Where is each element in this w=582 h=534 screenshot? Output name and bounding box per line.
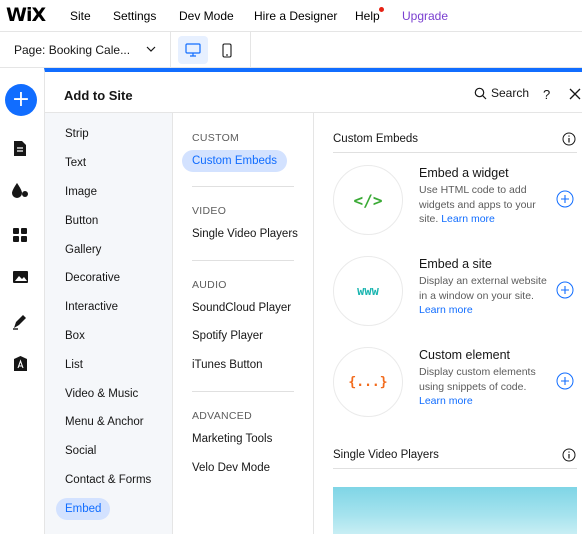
section-heading-audio: AUDIO — [192, 279, 227, 291]
apps-icon[interactable] — [10, 225, 30, 245]
category-list: Strip Text Image Button Gallery Decorati… — [45, 113, 173, 534]
section-heading-custom: CUSTOM — [192, 132, 240, 144]
info-icon[interactable] — [562, 132, 576, 146]
wix-logo[interactable]: WiX — [6, 4, 46, 26]
help-icon[interactable]: ? — [543, 87, 550, 102]
category-embed[interactable]: Embed — [56, 498, 111, 520]
divider — [333, 468, 577, 469]
section-single-video-players[interactable]: Single Video Players — [182, 223, 308, 245]
divider — [250, 32, 251, 68]
nav-settings[interactable]: Settings — [113, 9, 156, 23]
left-rail: + — [0, 68, 44, 534]
code-icon: </> — [333, 165, 403, 235]
page-selector[interactable]: Page: Booking Cale... — [14, 43, 130, 57]
page-icon[interactable] — [10, 138, 30, 158]
embed-widget-title: Embed a widget — [419, 166, 509, 180]
search-icon — [474, 87, 487, 99]
category-image[interactable]: Image — [56, 181, 106, 203]
add-icon[interactable] — [556, 372, 574, 390]
section-list: CUSTOM Custom Embeds VIDEO Single Video … — [173, 113, 314, 534]
mobile-mode-button[interactable] — [214, 36, 240, 64]
panel-search-button[interactable]: Search — [474, 86, 529, 100]
nav-upgrade[interactable]: Upgrade — [402, 9, 448, 23]
learn-more-link[interactable]: Learn more — [419, 304, 473, 316]
nav-hire-designer[interactable]: Hire a Designer — [254, 9, 337, 23]
desktop-icon — [185, 43, 201, 57]
embed-site-description: Display an external website in a window … — [419, 275, 547, 316]
custom-element-card[interactable]: {...} Custom element Display custom elem… — [333, 341, 582, 421]
embed-widget-card[interactable]: </> Embed a widget Use HTML code to add … — [333, 159, 582, 239]
nav-dev-mode[interactable]: Dev Mode — [179, 9, 234, 23]
pen-icon[interactable] — [10, 311, 30, 331]
add-icon[interactable] — [556, 190, 574, 208]
category-menu-anchor[interactable]: Menu & Anchor — [56, 411, 153, 433]
embed-widget-description: Use HTML code to add widgets and apps to… — [419, 184, 536, 225]
section-itunes-button[interactable]: iTunes Button — [182, 354, 273, 376]
section-marketing-tools[interactable]: Marketing Tools — [182, 428, 282, 450]
mobile-icon — [222, 42, 232, 58]
section-soundcloud-player[interactable]: SoundCloud Player — [182, 297, 301, 319]
chevron-down-icon[interactable] — [145, 43, 157, 55]
search-label: Search — [491, 86, 530, 100]
section-heading-video: VIDEO — [192, 205, 227, 217]
add-to-site-panel: Add to Site Search ? Strip Text Image Bu… — [44, 68, 582, 534]
category-contact-forms[interactable]: Contact & Forms — [56, 469, 160, 491]
embed-site-card[interactable]: www Embed a site Display an external web… — [333, 250, 582, 330]
media-icon[interactable] — [10, 267, 30, 287]
video-player-thumbnail[interactable] — [333, 487, 577, 534]
page-bar: Page: Booking Cale... — [0, 32, 582, 68]
category-list-item[interactable]: List — [56, 354, 92, 376]
custom-element-title: Custom element — [419, 348, 511, 362]
custom-embeds-title: Custom Embeds — [333, 133, 419, 145]
category-strip[interactable]: Strip — [56, 123, 98, 145]
business-icon[interactable] — [10, 353, 30, 373]
category-button[interactable]: Button — [56, 210, 107, 232]
divider — [333, 152, 577, 153]
add-icon[interactable] — [556, 281, 574, 299]
section-custom-embeds[interactable]: Custom Embeds — [182, 150, 288, 172]
category-interactive[interactable]: Interactive — [56, 296, 127, 318]
section-spotify-player[interactable]: Spotify Player — [182, 325, 273, 347]
section-velo-dev-mode[interactable]: Velo Dev Mode — [182, 457, 280, 479]
close-icon[interactable] — [569, 88, 581, 100]
category-video-music[interactable]: Video & Music — [56, 383, 147, 405]
nav-site[interactable]: Site — [70, 9, 91, 23]
top-bar: WiX Site Settings Dev Mode Hire a Design… — [0, 0, 582, 32]
info-icon[interactable] — [562, 448, 576, 462]
braces-icon: {...} — [333, 347, 403, 417]
custom-element-description: Display custom elements using snippets o… — [419, 366, 536, 407]
single-video-players-title: Single Video Players — [333, 449, 439, 461]
notification-dot — [379, 7, 384, 12]
section-heading-advanced: ADVANCED — [192, 410, 252, 422]
learn-more-link[interactable]: Learn more — [441, 213, 495, 225]
panel-title: Add to Site — [64, 88, 133, 103]
category-social[interactable]: Social — [56, 440, 105, 462]
category-box[interactable]: Box — [56, 325, 94, 347]
nav-help[interactable]: Help — [355, 9, 380, 23]
embed-site-title: Embed a site — [419, 257, 492, 271]
learn-more-link[interactable]: Learn more — [419, 395, 473, 407]
divider — [170, 32, 171, 68]
divider — [192, 186, 294, 187]
divider — [192, 391, 294, 392]
category-gallery[interactable]: Gallery — [56, 239, 110, 261]
content-area: Custom Embeds </> Embed a widget Use HTM… — [314, 113, 582, 534]
design-icon[interactable] — [10, 180, 30, 200]
category-decorative[interactable]: Decorative — [56, 267, 129, 289]
category-text[interactable]: Text — [56, 152, 95, 174]
plus-icon[interactable]: + — [5, 84, 37, 116]
desktop-mode-button[interactable] — [178, 36, 208, 64]
www-icon: www — [333, 256, 403, 326]
divider — [192, 260, 294, 261]
